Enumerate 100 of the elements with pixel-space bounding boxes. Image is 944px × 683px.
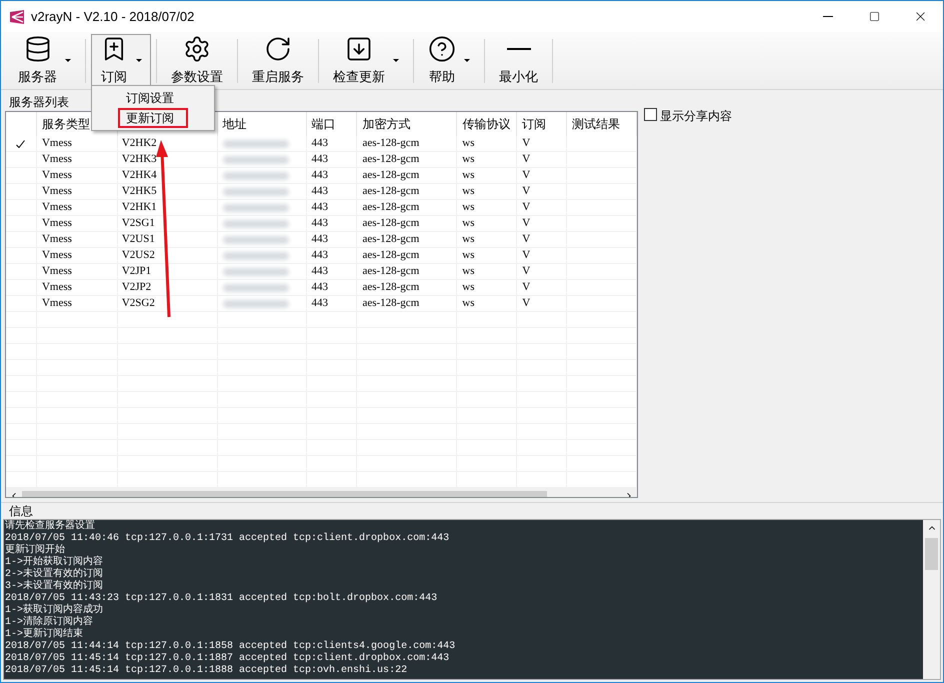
- table-cell-text: V: [522, 296, 530, 312]
- table-cell-text: V: [522, 280, 530, 296]
- table-cell-text: V2HK3: [122, 152, 157, 168]
- table-cell-text: ws: [462, 168, 475, 184]
- column-header[interactable]: 地址: [222, 115, 247, 133]
- table-cell-text: aes-128-gcm: [362, 232, 420, 248]
- table-cell-text: V: [522, 248, 530, 264]
- log-line: 2018/07/05 11:44:14 tcp:127.0.0.1:1858 accepted tcp:clients4.google.com:443: [5, 641, 456, 652]
- table-cell-text: aes-128-gcm: [362, 280, 420, 296]
- panel-title: 信息: [9, 503, 34, 519]
- toolbar-button[interactable]: 重启服务: [243, 34, 313, 88]
- table-cell-text: ws: [462, 264, 475, 280]
- table-cell-text: V: [522, 168, 530, 184]
- gear-icon: [183, 34, 211, 63]
- column-header[interactable]: 测试结果: [572, 115, 620, 133]
- column-header[interactable]: 加密方式: [362, 115, 410, 133]
- table-cell-text: Vmess: [42, 136, 72, 152]
- table-cell-text: V: [522, 216, 530, 232]
- table-cell-text: ws: [462, 216, 475, 232]
- table-cell-text: V2JP1: [122, 264, 152, 280]
- download-icon: [345, 34, 373, 63]
- table-cell-text: 443: [312, 184, 328, 200]
- table-cell-text: V: [522, 232, 530, 248]
- table-cell-text: aes-128-gcm: [362, 264, 420, 280]
- blurred-address: [222, 268, 289, 276]
- table-cell-text: ws: [462, 200, 475, 216]
- table-cell-text: Vmess: [42, 296, 72, 312]
- database-icon: [24, 34, 52, 63]
- table-cell-text: V2JP2: [122, 280, 152, 296]
- toolbar-button[interactable]: 帮助: [419, 34, 479, 88]
- table-cell-text: V2HK2: [122, 136, 157, 152]
- blurred-address: [222, 156, 289, 164]
- blurred-address: [222, 188, 289, 196]
- table-cell-text: 443: [312, 152, 328, 168]
- toolbar-button[interactable]: 检查更新: [324, 34, 408, 88]
- table-cell-text: V2US1: [122, 232, 155, 248]
- column-header[interactable]: 订阅: [522, 115, 546, 133]
- restart-icon: [264, 34, 292, 63]
- table-cell-text: 443: [312, 248, 328, 264]
- table-cell-text: aes-128-gcm: [362, 216, 420, 232]
- table-cell-text: V2HK1: [122, 200, 157, 216]
- table-cell-text: Vmess: [42, 216, 72, 232]
- log-line: 1->更新订阅结束: [5, 629, 84, 640]
- column-header[interactable]: 端口: [312, 115, 336, 133]
- dropdown-icon[interactable]: [136, 59, 142, 62]
- log-line: 1->清除原订阅内容: [5, 617, 94, 628]
- checkbox[interactable]: [644, 108, 657, 121]
- blurred-address: [222, 204, 289, 212]
- toolbar-button[interactable]: 订阅: [91, 34, 151, 88]
- table-cell-text: V2SG1: [122, 216, 155, 232]
- table-cell-text: Vmess: [42, 168, 72, 184]
- toolbar-button[interactable]: 服务器: [9, 34, 80, 88]
- panel-title: 服务器列表: [9, 95, 69, 109]
- table-cell-text: V2SG2: [122, 296, 155, 312]
- table-cell-text: Vmess: [42, 184, 72, 200]
- window-title: v2rayN - V2.10 - 2018/07/02: [31, 8, 194, 26]
- help-icon: [428, 34, 456, 63]
- table-cell-text: aes-128-gcm: [362, 296, 420, 312]
- log-line: 1->获取订阅内容成功: [5, 605, 104, 616]
- dropdown-icon[interactable]: [464, 59, 470, 62]
- log-line: 请先检查服务器设置: [5, 521, 95, 532]
- app-logo-icon: [9, 8, 25, 24]
- table-cell-text: aes-128-gcm: [362, 136, 420, 152]
- log-line: 2018/07/05 11:45:14 tcp:127.0.0.1:1887 accepted tcp:client.dropbox.com:443: [5, 653, 450, 664]
- table-cell-text: Vmess: [42, 248, 72, 264]
- table-cell-text: 443: [312, 232, 328, 248]
- blurred-address: [222, 300, 289, 308]
- table-cell-text: Vmess: [42, 264, 72, 280]
- log-line: 2018/07/05 11:43:23 tcp:127.0.0.1:1831 accepted tcp:bolt.dropbox.com:443: [5, 593, 438, 604]
- table-cell-text: 443: [312, 280, 328, 296]
- menu-item[interactable]: 更新订阅: [118, 108, 188, 128]
- table-cell-text: aes-128-gcm: [362, 168, 420, 184]
- table-cell-text: Vmess: [42, 232, 72, 248]
- log-line: 1->开始获取订阅内容: [5, 557, 104, 568]
- log-line: 更新订阅开始: [5, 545, 65, 556]
- blurred-address: [222, 284, 289, 292]
- menu-item[interactable]: 订阅设置: [118, 88, 188, 108]
- toolbar-button[interactable]: 参数设置: [162, 34, 232, 88]
- minimize-icon: [823, 16, 833, 17]
- table-cell-text: V2HK4: [122, 168, 157, 184]
- table-cell-text: 443: [312, 296, 328, 312]
- table-cell-text: ws: [462, 152, 475, 168]
- blurred-address: [222, 172, 289, 180]
- dropdown-icon[interactable]: [65, 59, 71, 62]
- table-cell-text: V: [522, 200, 530, 216]
- column-header[interactable]: 服务类型: [42, 115, 90, 133]
- log-line: 2018/07/05 11:45:14 tcp:127.0.0.1:1888 accepted tcp:ovh.enshi.us:22: [5, 665, 408, 677]
- table-cell-text: aes-128-gcm: [362, 184, 420, 200]
- column-header[interactable]: 传输协议: [462, 115, 510, 133]
- log-line: 3->未设置有效的订阅: [5, 581, 104, 592]
- log-line: 2018/07/05 11:40:46 tcp:127.0.0.1:1731 accepted tcp:client.dropbox.com:443: [5, 533, 450, 544]
- dropdown-icon[interactable]: [393, 59, 399, 62]
- toolbar-button[interactable]: 最小化: [490, 34, 547, 88]
- scrollbar-thumb[interactable]: [925, 538, 938, 570]
- table-cell-text: 443: [312, 216, 328, 232]
- table-cell-text: ws: [462, 184, 475, 200]
- table-cell-text: V2HK5: [122, 184, 157, 200]
- blurred-address: [222, 140, 289, 148]
- maximize-icon: [868, 11, 880, 22]
- table-cell-text: 443: [312, 264, 328, 280]
